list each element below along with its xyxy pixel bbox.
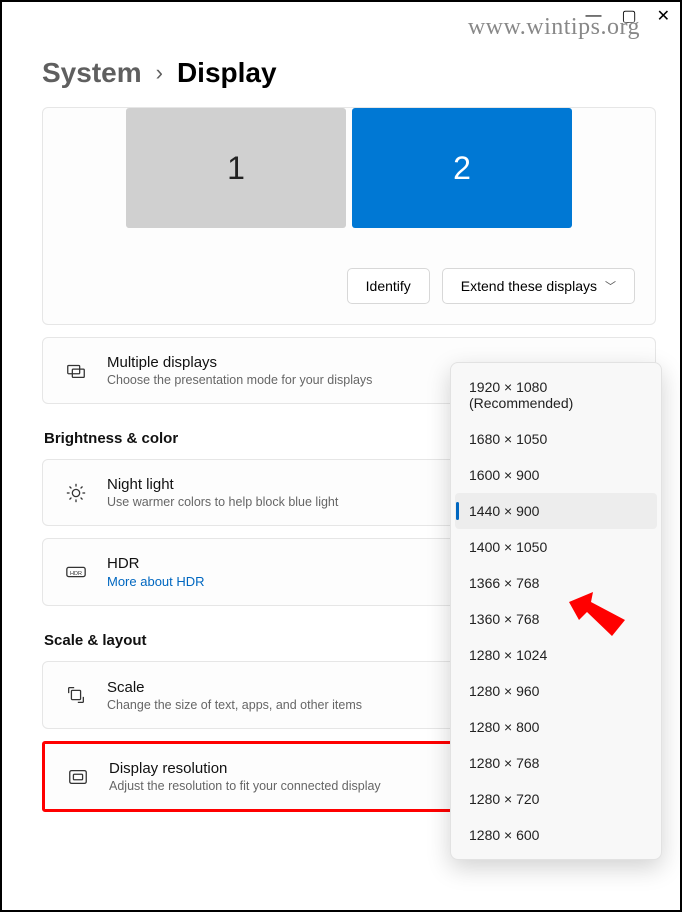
identify-label: Identify xyxy=(366,278,411,294)
displays-icon xyxy=(63,360,89,382)
sun-icon xyxy=(63,482,89,504)
scale-icon xyxy=(63,684,89,706)
resolution-option[interactable]: 1280 × 1024 xyxy=(451,637,661,673)
maximize-icon[interactable]: ▢ xyxy=(621,6,636,26)
resolution-option[interactable]: 1920 × 1080 (Recommended) xyxy=(451,369,661,421)
chevron-down-icon: ﹀ xyxy=(605,278,616,294)
resolution-option[interactable]: 1280 × 768 xyxy=(451,745,661,781)
minimize-icon[interactable]: — xyxy=(585,7,601,25)
monitor-arrangement-card: 1 2 Identify Extend these displays ﹀ xyxy=(42,107,656,325)
chevron-right-icon: › xyxy=(156,60,163,86)
resolution-option[interactable]: 1440 × 900 xyxy=(455,493,657,529)
extend-displays-button[interactable]: Extend these displays ﹀ xyxy=(442,268,635,304)
extend-label: Extend these displays xyxy=(461,278,597,294)
page-title: Display xyxy=(177,57,277,89)
resolution-option[interactable]: 1280 × 600 xyxy=(451,817,661,853)
resolution-option[interactable]: 1680 × 1050 xyxy=(451,421,661,457)
resolution-option[interactable]: 1600 × 900 xyxy=(451,457,661,493)
breadcrumb: System › Display xyxy=(42,57,656,89)
resolution-option[interactable]: 1360 × 768 xyxy=(451,601,661,637)
resolution-option[interactable]: 1280 × 720 xyxy=(451,781,661,817)
resolution-option[interactable]: 1280 × 800 xyxy=(451,709,661,745)
resolution-dropdown[interactable]: 1920 × 1080 (Recommended)1680 × 10501600… xyxy=(450,362,662,860)
resolution-option[interactable]: 1366 × 768 xyxy=(451,565,661,601)
close-icon[interactable]: ✕ xyxy=(657,6,670,26)
resolution-icon xyxy=(65,766,91,788)
svg-text:HDR: HDR xyxy=(70,571,82,577)
resolution-option[interactable]: 1400 × 1050 xyxy=(451,529,661,565)
monitor-1[interactable]: 1 xyxy=(126,108,346,228)
resolution-option[interactable]: 1280 × 960 xyxy=(451,673,661,709)
identify-button[interactable]: Identify xyxy=(347,268,430,304)
hdr-icon: HDR xyxy=(63,561,89,583)
monitor-2[interactable]: 2 xyxy=(352,108,572,228)
breadcrumb-parent[interactable]: System xyxy=(42,57,142,89)
